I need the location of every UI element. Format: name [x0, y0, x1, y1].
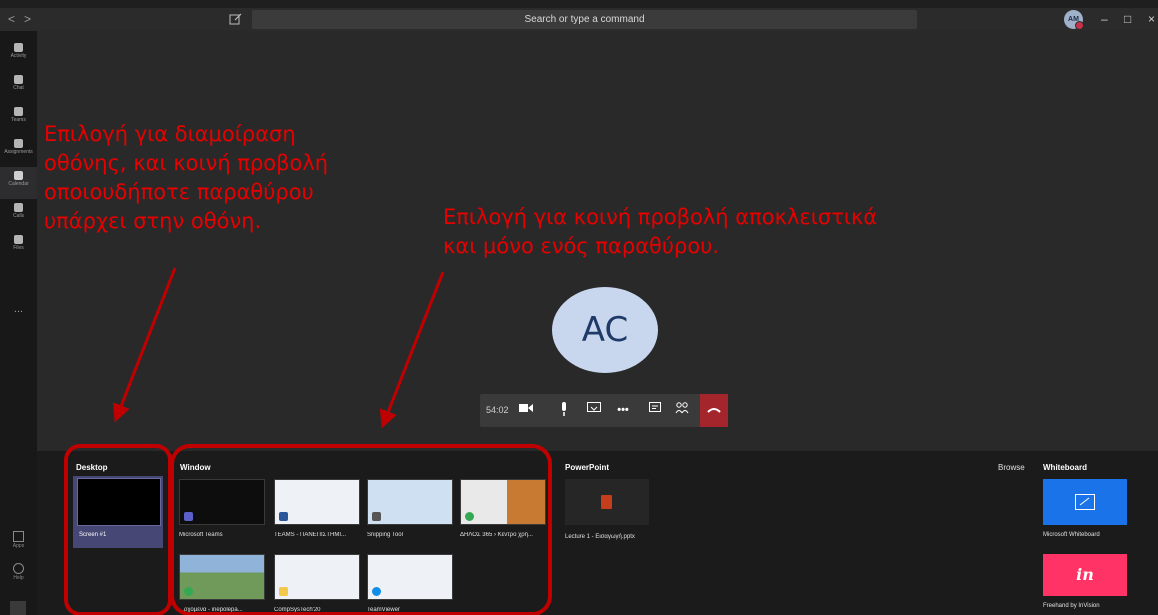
- teams-window: < > Search or type a command AM – □ × Ac…: [0, 0, 1158, 615]
- desktop-highlight-outline: [64, 444, 172, 615]
- arrow-to-window: [379, 271, 445, 429]
- arrow-to-desktop: [112, 267, 177, 423]
- window-highlight-outline: [170, 444, 552, 615]
- annotation-overlay: [64, 267, 552, 615]
